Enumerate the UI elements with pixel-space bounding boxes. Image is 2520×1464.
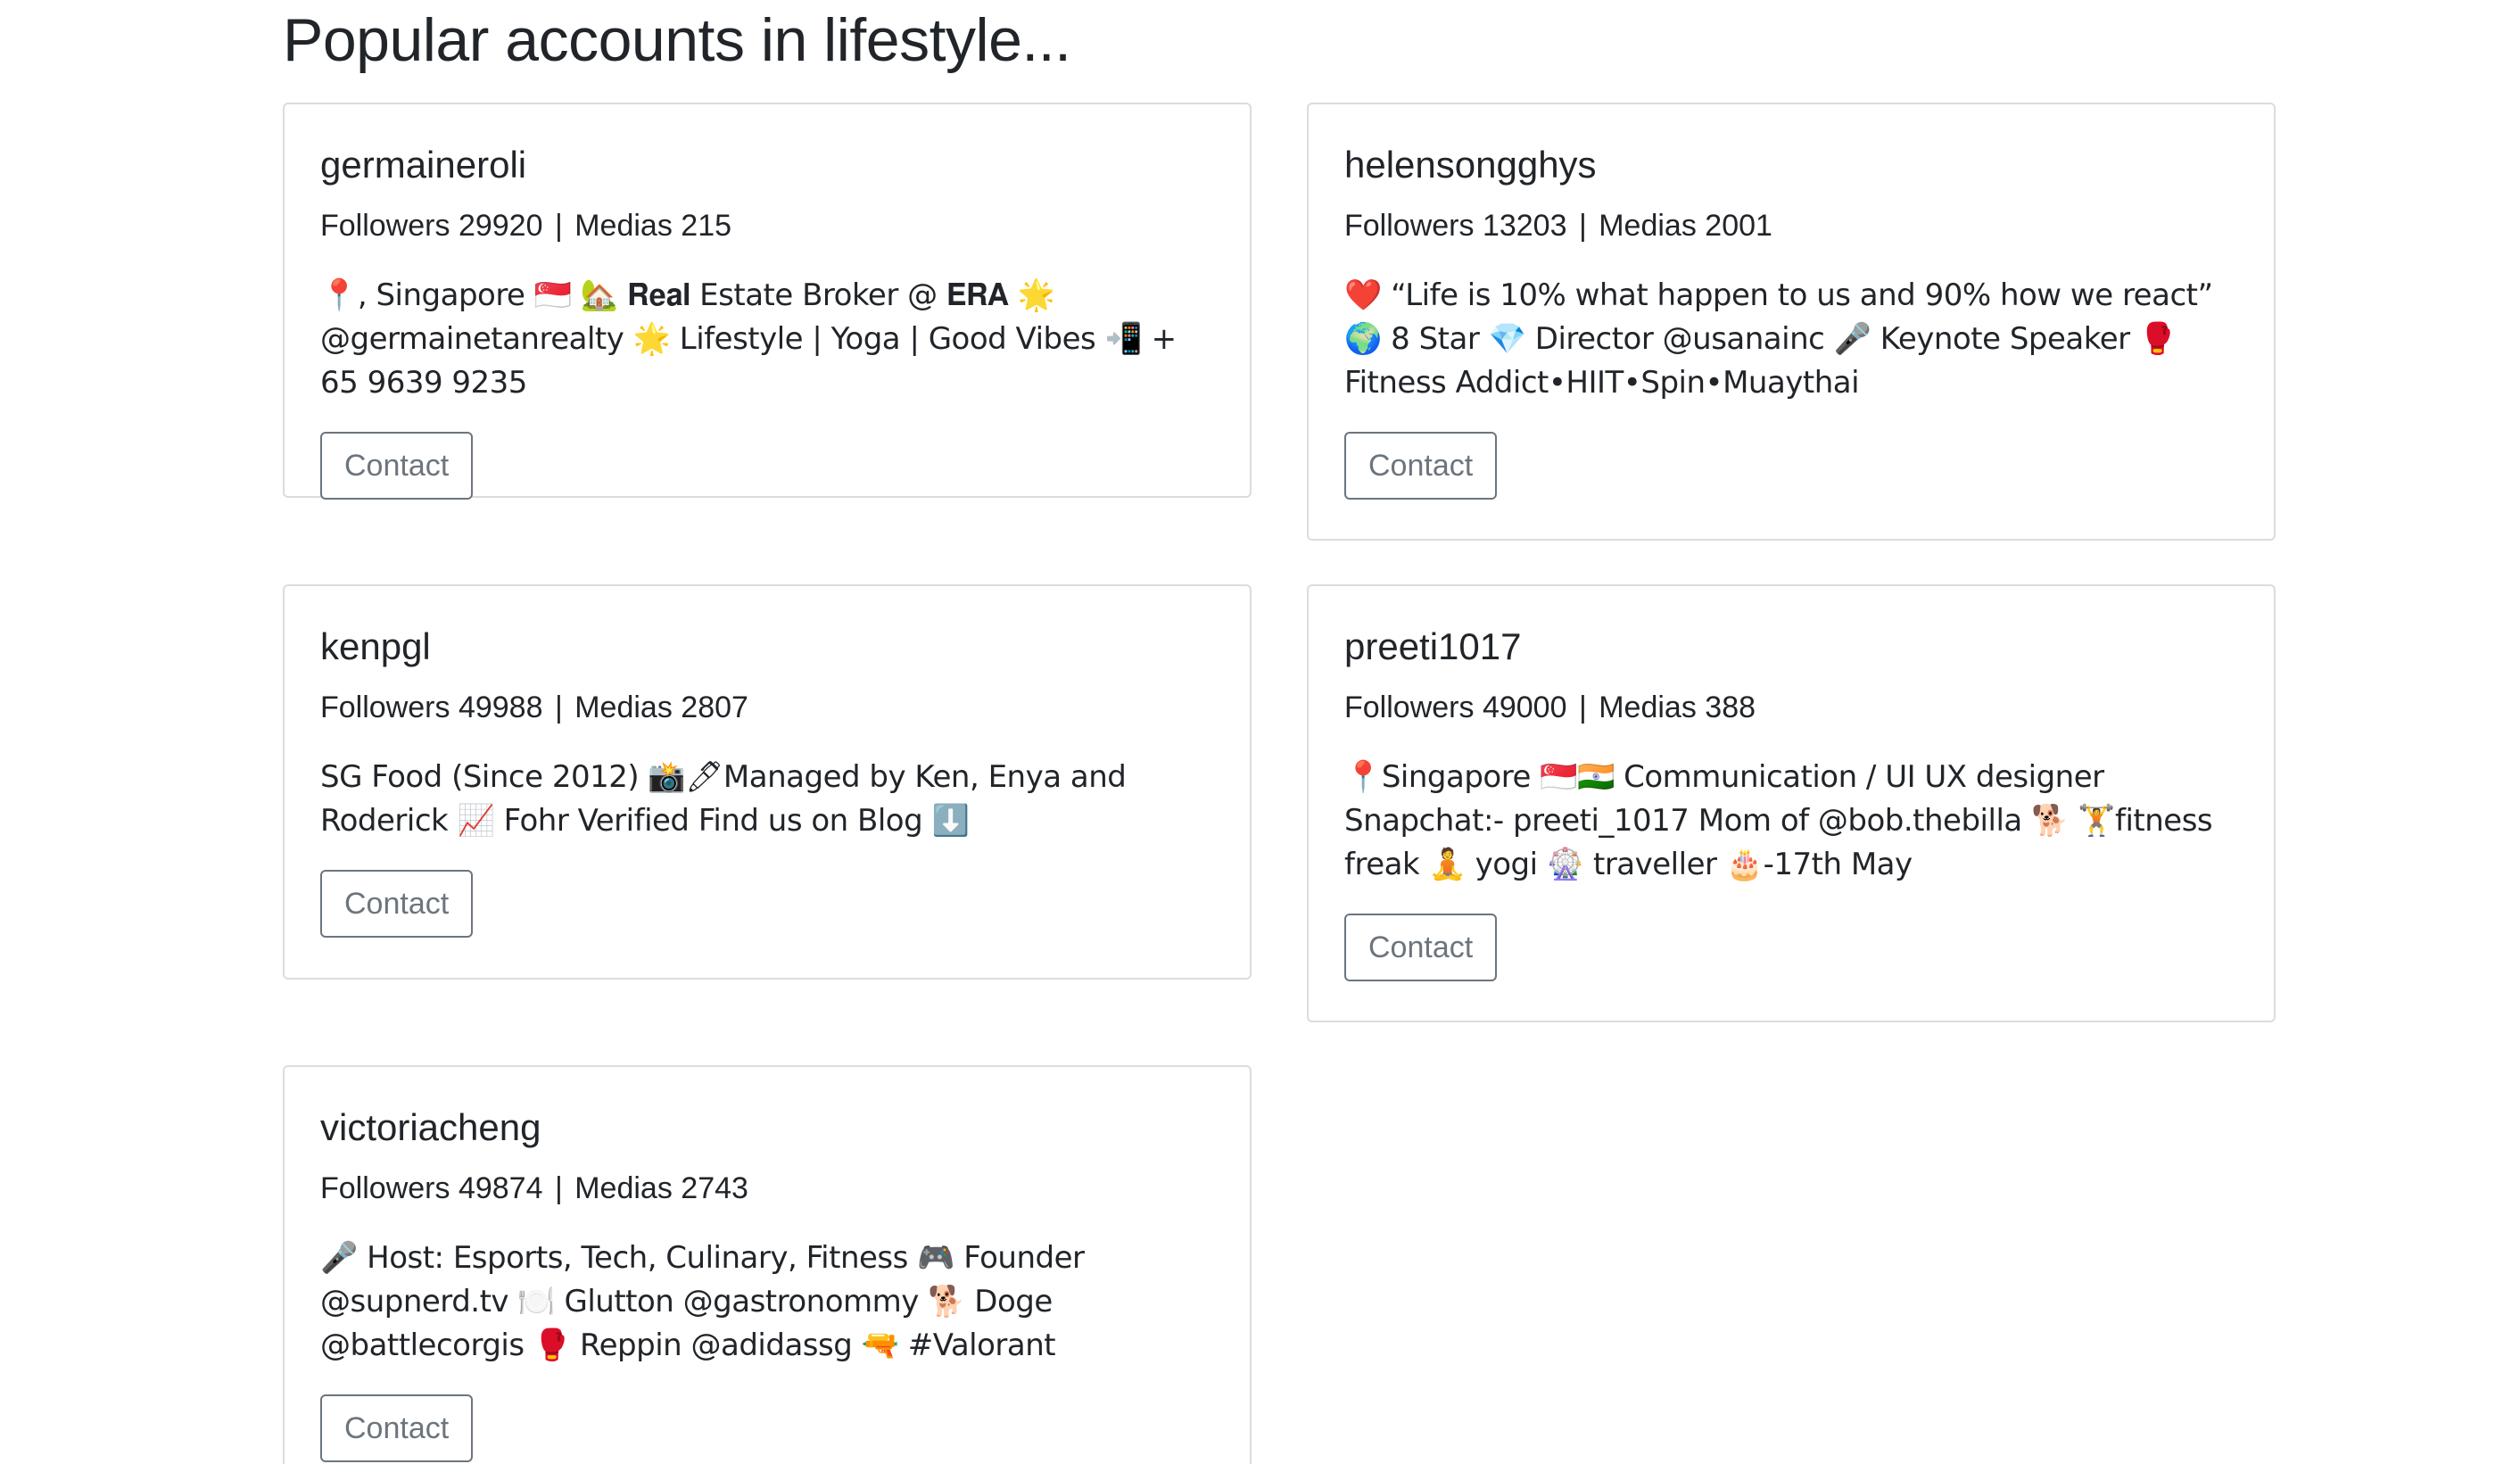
contact-button[interactable]: Contact — [320, 432, 474, 500]
account-stats: Followers 49000 | Medias 388 — [1344, 686, 2238, 729]
account-bio: 🎤 Host: Esports, Tech, Culinary, Fitness… — [320, 1240, 1085, 1363]
account-bio: ❤️ “Life is 10% what happen to us and 90… — [1344, 277, 2213, 401]
account-card: kenpgl Followers 49988 | Medias 2807 SG … — [283, 584, 1252, 980]
account-bio: 📍, Singapore 🇸🇬 🏡 𝐑𝐞𝐚𝐥 Estate Broker @ 𝐄… — [320, 277, 1177, 401]
stats-separator: | — [554, 209, 563, 243]
account-username: preeti1017 — [1344, 625, 1522, 667]
followers-count: 49874 — [458, 1171, 543, 1205]
stats-separator: | — [554, 1171, 563, 1205]
medias-count: 215 — [681, 209, 732, 243]
medias-label: Medias — [1599, 209, 1697, 243]
account-stats: Followers 13203 | Medias 2001 — [1344, 204, 2238, 247]
contact-button[interactable]: Contact — [1344, 432, 1498, 500]
account-username: helensongghys — [1344, 144, 1597, 186]
account-stats: Followers 49988 | Medias 2807 — [320, 686, 1214, 729]
account-username: victoriacheng — [320, 1106, 541, 1148]
account-username: germaineroli — [320, 144, 527, 186]
medias-count: 388 — [1705, 691, 1756, 724]
contact-button[interactable]: Contact — [320, 870, 474, 938]
account-stats: Followers 49874 | Medias 2743 — [320, 1167, 1214, 1210]
account-username: kenpgl — [320, 625, 431, 667]
contact-button[interactable]: Contact — [320, 1394, 474, 1462]
followers-label: Followers — [320, 1171, 450, 1205]
account-bio: 📍Singapore 🇸🇬🇮🇳 Communication / UI UX de… — [1344, 759, 2213, 882]
medias-count: 2743 — [681, 1171, 748, 1205]
followers-count: 49988 — [458, 691, 543, 724]
followers-count: 49000 — [1482, 691, 1567, 724]
medias-label: Medias — [1599, 691, 1697, 724]
account-bio: SG Food (Since 2012) 📸🖊Managed by Ken, E… — [320, 759, 1127, 839]
account-card: victoriacheng Followers 49874 | Medias 2… — [283, 1065, 1252, 1464]
page-title: Popular accounts in lifestyle... — [283, 6, 1071, 74]
medias-label: Medias — [574, 691, 673, 724]
followers-label: Followers — [320, 209, 450, 243]
account-stats: Followers 29920 | Medias 215 — [320, 204, 1214, 247]
medias-label: Medias — [574, 1171, 673, 1205]
account-card: preeti1017 Followers 49000 | Medias 388 … — [1307, 584, 2276, 1022]
followers-label: Followers — [1344, 691, 1475, 724]
followers-label: Followers — [1344, 209, 1475, 243]
account-card: germaineroli Followers 29920 | Medias 21… — [283, 103, 1252, 500]
followers-count: 13203 — [1482, 209, 1567, 243]
page: Popular accounts in lifestyle... germain… — [0, 0, 2520, 1464]
contact-button[interactable]: Contact — [1344, 914, 1498, 981]
stats-separator: | — [1578, 209, 1587, 243]
account-card: helensongghys Followers 13203 | Medias 2… — [1307, 103, 2276, 541]
medias-count: 2001 — [1705, 209, 1772, 243]
stats-separator: | — [1578, 691, 1587, 724]
medias-label: Medias — [574, 209, 673, 243]
followers-label: Followers — [320, 691, 450, 724]
medias-count: 2807 — [681, 691, 748, 724]
stats-separator: | — [554, 691, 563, 724]
followers-count: 29920 — [458, 209, 543, 243]
